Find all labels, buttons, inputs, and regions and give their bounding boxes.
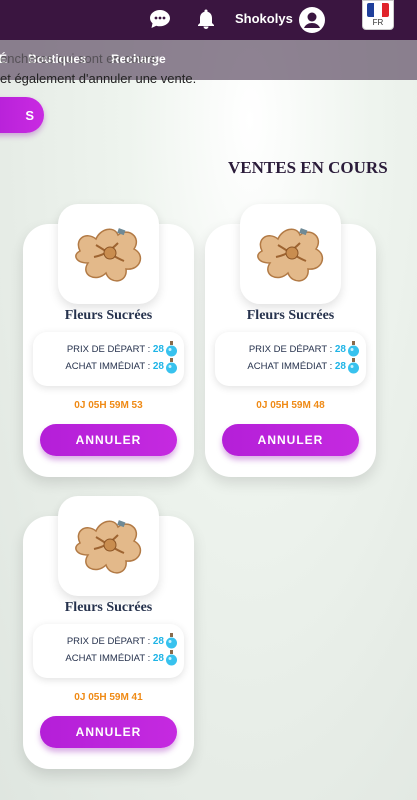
item-image: [58, 496, 159, 596]
username[interactable]: Shokolys: [235, 11, 293, 26]
buy-now-row: ACHAT IMMÉDIAT : 28: [247, 361, 346, 372]
potion-icon: [166, 650, 177, 666]
item-image: [58, 204, 159, 304]
sale-timer: 0J 05H 59M 48: [256, 400, 325, 411]
start-price-row: PRIX DE DÉPART : 28: [249, 344, 346, 355]
sale-timer: 0J 05H 59M 41: [74, 692, 143, 703]
intro-text-line1: enchères qui sont en cours.: [0, 51, 160, 66]
buy-now-label: ACHAT IMMÉDIAT :: [247, 361, 333, 372]
buy-now-value: 28: [152, 653, 164, 664]
buy-now-label: ACHAT IMMÉDIAT :: [65, 361, 151, 372]
cancel-button[interactable]: ANNULER: [222, 424, 359, 456]
item-name: Fleurs Sucrées: [64, 600, 153, 615]
cancel-button[interactable]: ANNULER: [40, 424, 177, 456]
start-price-label: PRIX DE DÉPART :: [248, 344, 333, 355]
bell-icon[interactable]: [194, 7, 218, 31]
start-price-value: 28: [152, 636, 164, 647]
potion-icon: [166, 633, 177, 649]
language-label: FR: [372, 18, 384, 27]
buy-now-label: ACHAT IMMÉDIAT :: [65, 653, 151, 664]
sale-timer: 0J 05H 59M 53: [74, 400, 143, 411]
item-image: [240, 204, 341, 304]
buy-now-value: 28: [334, 361, 346, 372]
cancel-button[interactable]: ANNULER: [40, 716, 177, 748]
dried-flower-icon: [256, 228, 323, 282]
start-price-label: PRIX DE DÉPART :: [66, 344, 151, 355]
start-price-value: 28: [334, 344, 346, 355]
language-selector[interactable]: FR: [362, 0, 394, 30]
potion-icon: [166, 341, 177, 357]
price-box: PRIX DE DÉPART : 28 ACHAT IMMÉDIAT : 28: [33, 332, 184, 386]
user-avatar-icon[interactable]: [298, 6, 326, 34]
start-price-label: PRIX DE DÉPART :: [66, 636, 151, 647]
potion-icon: [166, 358, 177, 374]
buy-now-row: ACHAT IMMÉDIAT : 28: [65, 361, 164, 372]
sales-button[interactable]: S: [0, 97, 44, 133]
potion-icon: [348, 341, 359, 357]
item-name: Fleurs Sucrées: [64, 308, 153, 323]
price-box: PRIX DE DÉPART : 28 ACHAT IMMÉDIAT : 28: [215, 332, 366, 386]
price-box: PRIX DE DÉPART : 28 ACHAT IMMÉDIAT : 28: [33, 624, 184, 678]
france-flag-icon: [367, 3, 389, 17]
chat-icon[interactable]: [148, 7, 172, 31]
start-price-row: PRIX DE DÉPART : 28: [67, 344, 164, 355]
start-price-row: PRIX DE DÉPART : 28: [67, 636, 164, 647]
sale-card: Fleurs Sucrées PRIX DE DÉPART : 28 ACHAT…: [23, 204, 194, 477]
sales-button-label: S: [25, 107, 34, 123]
item-name: Fleurs Sucrées: [246, 308, 335, 323]
sale-card: Fleurs Sucrées PRIX DE DÉPART : 28 ACHAT…: [23, 496, 194, 769]
start-price-value: 28: [152, 344, 164, 355]
section-title: VENTES EN COURS: [228, 158, 388, 177]
potion-icon: [348, 358, 359, 374]
intro-text-line2: et également d'annuler une vente.: [0, 71, 197, 86]
dried-flower-icon: [74, 228, 141, 282]
buy-now-row: ACHAT IMMÉDIAT : 28: [65, 653, 164, 664]
dried-flower-icon: [74, 520, 141, 574]
buy-now-value: 28: [152, 361, 164, 372]
sale-card: Fleurs Sucrées PRIX DE DÉPART : 28 ACHAT…: [205, 204, 376, 477]
top-bar: Shokolys FR: [0, 0, 417, 40]
